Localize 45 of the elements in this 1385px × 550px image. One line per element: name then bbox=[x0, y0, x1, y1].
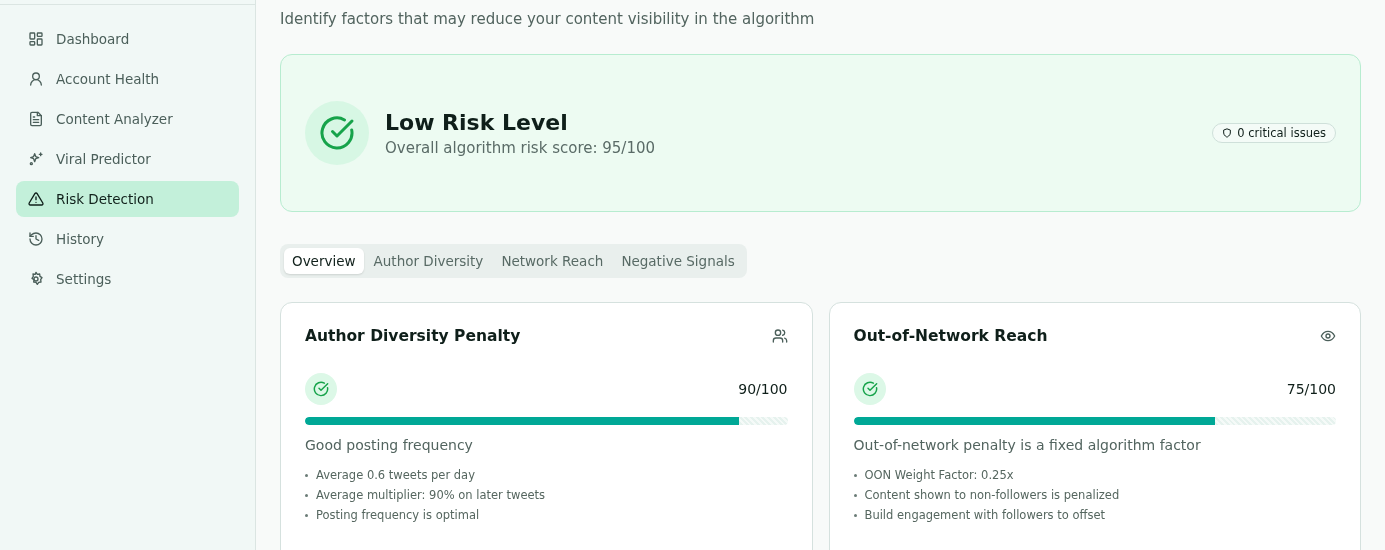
users-icon bbox=[771, 328, 788, 344]
sidebar-item[interactable]: Dashboard bbox=[16, 21, 239, 57]
warning-icon bbox=[28, 191, 44, 207]
sparkles-icon bbox=[28, 151, 44, 167]
sidebar-item[interactable]: History bbox=[16, 221, 239, 257]
bullet-icon bbox=[305, 513, 308, 517]
card-title: Author Diversity Penalty bbox=[305, 327, 521, 345]
detail-text: Average multiplier: 90% on later tweets bbox=[316, 488, 546, 502]
tab[interactable]: Negative Signals bbox=[613, 248, 743, 274]
settings-icon bbox=[28, 271, 44, 287]
shield-icon bbox=[1222, 128, 1233, 138]
check-circle-icon bbox=[853, 373, 886, 405]
detail-text: Posting frequency is optimal bbox=[316, 508, 480, 522]
sidebar-item[interactable]: Risk Detection bbox=[16, 181, 239, 217]
risk-score: Overall algorithm risk score: 95/100 bbox=[385, 138, 657, 157]
bullet-icon bbox=[853, 493, 857, 497]
tab[interactable]: Overview bbox=[284, 248, 364, 274]
sidebar-item[interactable]: Settings bbox=[16, 261, 239, 297]
bullet-icon bbox=[305, 473, 308, 477]
card-title: Out-of-Network Reach bbox=[853, 327, 1048, 345]
eye-icon bbox=[1320, 328, 1336, 344]
sidebar-item[interactable]: Account Health bbox=[16, 61, 239, 97]
sidebar-item[interactable]: Viral Predictor bbox=[16, 141, 239, 177]
tab[interactable]: Network Reach bbox=[493, 248, 612, 274]
check-circle-icon bbox=[305, 373, 337, 405]
score-value: 75/100 bbox=[1286, 381, 1336, 397]
status-text: Out-of-network penalty is a fixed algorithm factor bbox=[853, 437, 1202, 453]
detail-text: Build engagement with followers to offset bbox=[864, 508, 1105, 522]
sidebar-item[interactable]: Content Analyzer bbox=[16, 101, 239, 137]
bullet-icon bbox=[853, 513, 857, 517]
risk-level-title: Low Risk Level bbox=[385, 109, 569, 135]
detail-text: Average 0.6 tweets per day bbox=[316, 468, 475, 482]
bullet-icon bbox=[305, 493, 308, 497]
status-text: Good posting frequency bbox=[305, 437, 474, 453]
detail-text: OON Weight Factor: 0.25x bbox=[864, 468, 1014, 482]
badge-label: 0 critical issues bbox=[1237, 126, 1326, 140]
document-icon bbox=[28, 111, 44, 127]
detail-text: Content shown to non-followers is penalized bbox=[864, 488, 1120, 502]
tab[interactable]: Author Diversity bbox=[365, 248, 492, 274]
history-icon bbox=[28, 231, 44, 247]
person-icon bbox=[28, 71, 44, 87]
score-value: 90/100 bbox=[738, 381, 788, 397]
grid-icon bbox=[28, 31, 44, 47]
bullet-icon bbox=[853, 473, 857, 477]
page-subtitle: Identify factors that may reduce your content visibility in the algorithm bbox=[280, 10, 816, 28]
